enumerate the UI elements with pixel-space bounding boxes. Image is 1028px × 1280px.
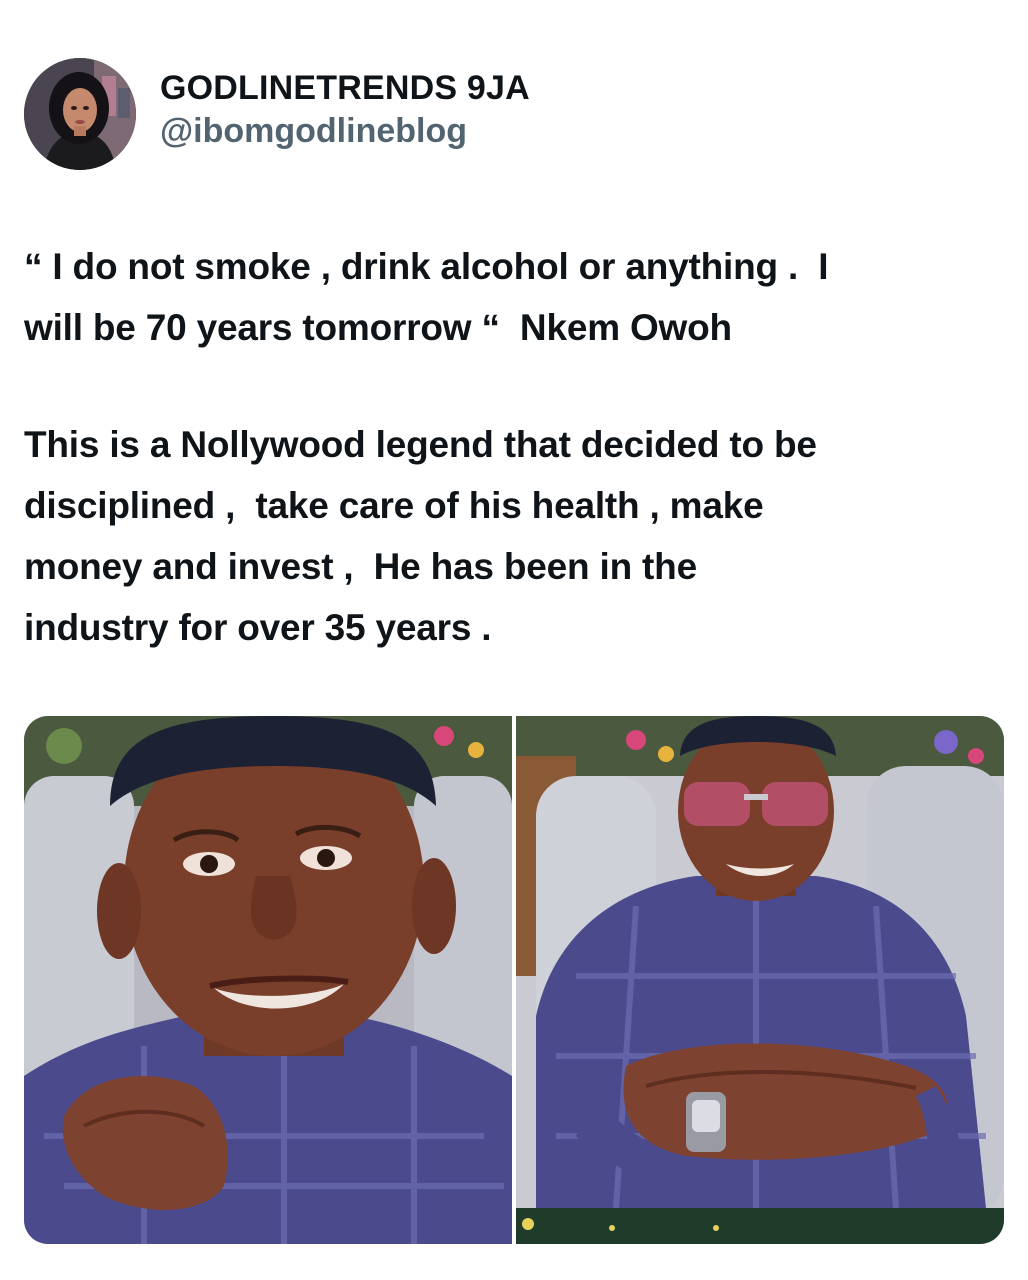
tweet-header: GODLINETRENDS 9JA @ibomgodlineblog <box>24 56 530 172</box>
author-names: GODLINETRENDS 9JA @ibomgodlineblog <box>160 67 530 151</box>
media-gallery <box>24 716 1004 1244</box>
photo-armscrossed-image <box>516 716 1004 1244</box>
photo-closeup[interactable] <box>24 716 512 1244</box>
author-handle[interactable]: @ibomgodlineblog <box>160 111 530 151</box>
tweet-paragraph-2: This is a Nollywood legend that decided … <box>24 424 817 648</box>
avatar-image <box>24 58 136 170</box>
avatar[interactable] <box>24 58 136 170</box>
tweet-text: “ I do not smoke , drink alcohol or anyt… <box>24 236 1004 658</box>
photo-closeup-image <box>24 716 512 1244</box>
author-display-name[interactable]: GODLINETRENDS 9JA <box>160 67 530 109</box>
photo-armscrossed[interactable] <box>516 716 1004 1244</box>
tweet-paragraph-1: “ I do not smoke , drink alcohol or anyt… <box>24 246 829 348</box>
tweet-card: GODLINETRENDS 9JA @ibomgodlineblog “ I d… <box>0 0 1028 1280</box>
